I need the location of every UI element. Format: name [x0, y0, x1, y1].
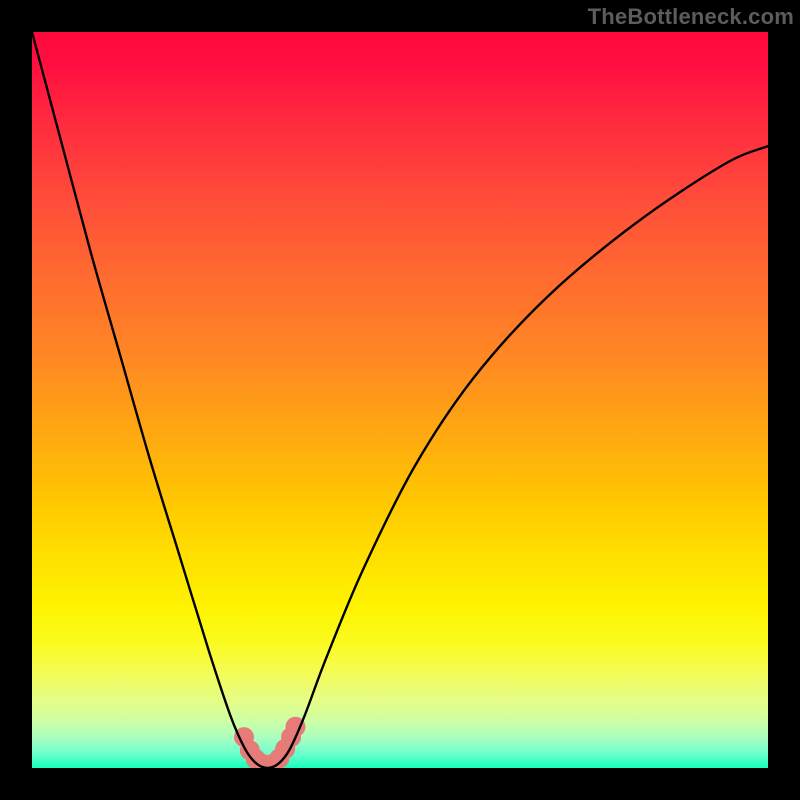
plot-area: [32, 32, 768, 768]
interest-points: [234, 717, 306, 768]
attribution-text: TheBottleneck.com: [588, 4, 794, 30]
bottleneck-curve: [32, 32, 768, 768]
curve-layer: [32, 32, 768, 768]
chart-frame: TheBottleneck.com: [0, 0, 800, 800]
